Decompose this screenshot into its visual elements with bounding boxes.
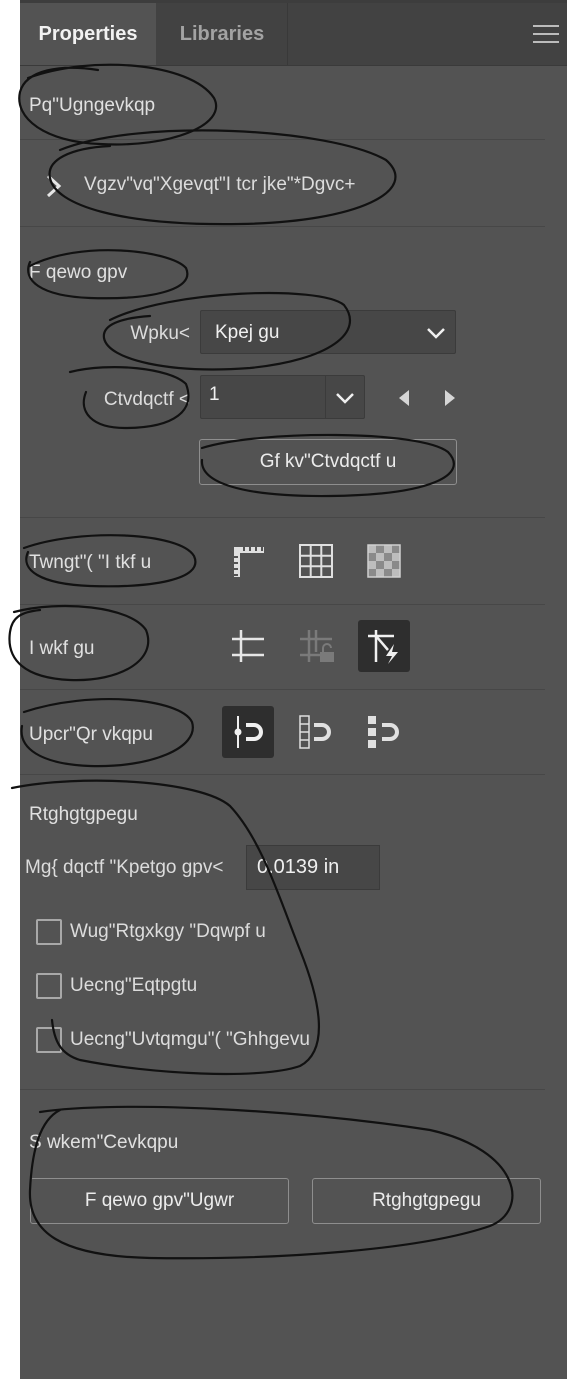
units-select[interactable]: Kpej gu — [200, 310, 456, 354]
snap-to-pixel-icon[interactable] — [358, 706, 410, 758]
ruler-icon[interactable] — [222, 535, 274, 587]
tab-libraries[interactable]: Libraries — [157, 3, 288, 65]
transparency-grid-icon[interactable] — [358, 535, 410, 587]
guides-title: I wkf gu — [29, 638, 95, 659]
checkbox-label: Uecng"Uvtqmgu"( "Ghhgevu — [70, 1029, 310, 1050]
guides-icon[interactable] — [222, 620, 274, 672]
edit-artboards-button[interactable]: Gf kv"Ctvdqctf u — [199, 439, 457, 485]
checkbox-label: Uecng"Eqtpgtu — [70, 975, 198, 996]
chevron-right-icon[interactable] — [44, 172, 64, 200]
divider — [20, 139, 545, 140]
text-to-vector-expander[interactable]: Vgzv"vq"Xgevqt"I tcr jke"*Dgvc+ — [84, 174, 355, 196]
tab-bar: Properties Libraries — [20, 3, 567, 66]
quick-actions-title: S wkem"Cevkqpu — [29, 1132, 179, 1153]
divider — [20, 226, 545, 227]
snap-to-grid-icon[interactable] — [290, 706, 342, 758]
chevron-down-icon — [427, 328, 445, 339]
snap-to-point-icon[interactable] — [222, 706, 274, 758]
snap-options-title: Upcr"Qr vkqpu — [29, 724, 153, 745]
hamburger-menu-icon[interactable] — [533, 25, 559, 45]
divider — [20, 517, 545, 518]
use-preview-bounds-checkbox[interactable] — [36, 919, 62, 945]
artboard-select[interactable]: 1 — [200, 375, 365, 419]
divider — [20, 604, 545, 605]
chevron-down-icon[interactable] — [334, 387, 356, 409]
artboard-label: Ctvdqctf < — [103, 389, 190, 410]
divider — [20, 689, 545, 690]
keyboard-increment-input[interactable]: 0.0139 in — [246, 845, 380, 890]
divider — [20, 1089, 545, 1090]
units-label: Wpku< — [130, 323, 190, 344]
scale-strokes-effects-checkbox[interactable] — [36, 1027, 62, 1053]
preferences-title: Rtghgtgpegu — [29, 804, 138, 825]
no-selection-title: Pq"Ugngevkqp — [29, 95, 156, 116]
ruler-grids-title: Twngt"( "I tkf u — [29, 552, 152, 573]
tab-properties[interactable]: Properties — [20, 3, 156, 65]
checkbox-label: Wug"Rtgxkgy "Dqwpf u — [70, 921, 266, 942]
document-setup-button[interactable]: F qewo gpv"Ugwr — [30, 1178, 289, 1224]
document-title: F qewo gpv — [29, 262, 128, 283]
divider — [20, 774, 545, 775]
lock-guides-icon[interactable] — [290, 620, 342, 672]
units-value: Kpej gu — [215, 322, 280, 343]
preferences-button[interactable]: Rtghgtgpegu — [312, 1178, 541, 1224]
next-artboard-icon[interactable] — [442, 388, 458, 408]
smart-guides-icon[interactable] — [358, 620, 410, 672]
grid-icon[interactable] — [290, 535, 342, 587]
scale-corners-checkbox[interactable] — [36, 973, 62, 999]
previous-artboard-icon[interactable] — [396, 388, 412, 408]
keyboard-increment-label: Mg{ dqctf "Kpetgo gpv< — [25, 857, 224, 878]
artboard-value: 1 — [209, 384, 220, 405]
properties-panel: Properties Libraries Pq"Ugngevkqp Vgzv"v… — [20, 0, 567, 1379]
